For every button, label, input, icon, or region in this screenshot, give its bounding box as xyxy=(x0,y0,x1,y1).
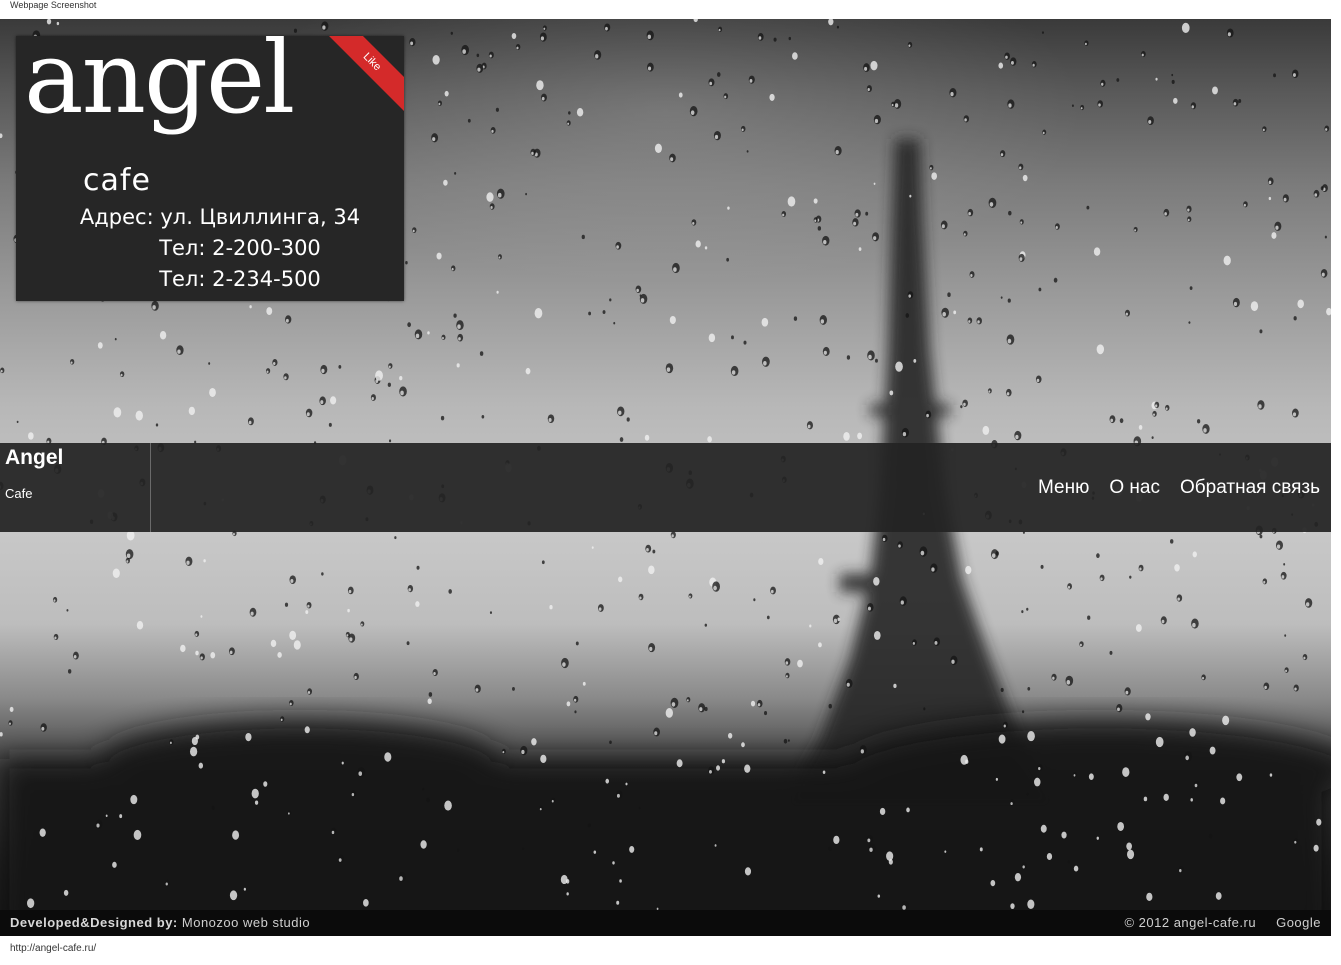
phone-2-text: Тел: 2-234-500 xyxy=(159,267,321,291)
brand-tagline: Cafe xyxy=(5,486,33,501)
developer-link[interactable]: Monozoo web studio xyxy=(182,915,310,930)
main-menu: Меню О нас Обратная связь xyxy=(1038,477,1320,499)
logo-subtitle: cafe xyxy=(83,163,151,198)
brand-title: Angel xyxy=(5,446,64,469)
nav-link-about[interactable]: О нас xyxy=(1109,477,1160,499)
nav-link-feedback[interactable]: Обратная связь xyxy=(1180,477,1320,499)
screenshot-caption: Webpage Screenshot xyxy=(10,0,97,10)
footer: Developed&Designed by: Monozoo web studi… xyxy=(0,910,1331,936)
logo-card: angel cafe Адрес: ул. Цвиллинга, 34 Тел:… xyxy=(16,36,404,301)
status-url: http://angel-cafe.ru/ xyxy=(10,943,97,954)
address-text: Адрес: ул. Цвиллинга, 34 xyxy=(79,205,361,229)
window-border xyxy=(1331,19,1341,936)
footer-credits: Developed&Designed by: Monozoo web studi… xyxy=(10,915,310,930)
brand-block: Angel Cafe xyxy=(0,443,151,532)
copyright-text: © 2012 angel-cafe.ru xyxy=(1124,915,1257,930)
logo-wordmark: angel xyxy=(24,36,295,136)
like-ribbon[interactable]: Like xyxy=(321,36,404,113)
contact-info: Адрес: ул. Цвиллинга, 34 Тел: 2-200-300 … xyxy=(16,202,404,295)
google-link[interactable]: Google xyxy=(1276,915,1321,930)
footer-right: © 2012 angel-cafe.ru Google xyxy=(1124,915,1321,930)
navigation-bar: Angel Cafe Меню О нас Обратная связь xyxy=(0,443,1331,532)
developer-label: Developed&Designed by: xyxy=(10,915,178,930)
nav-link-menu[interactable]: Меню xyxy=(1038,477,1089,499)
phone-1-text: Тел: 2-200-300 xyxy=(159,236,321,260)
